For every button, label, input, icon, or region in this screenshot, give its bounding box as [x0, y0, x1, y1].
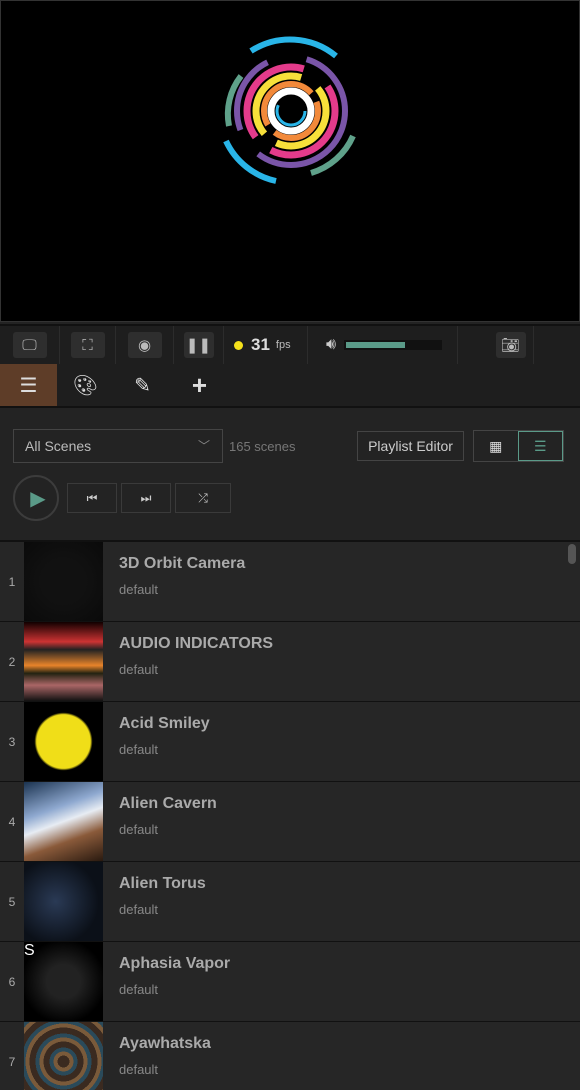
scene-number: 2	[8, 654, 16, 669]
scene-number: 6	[8, 974, 16, 989]
scene-preset: default	[119, 582, 159, 597]
grid-view-button[interactable]: ▦	[474, 431, 518, 461]
scene-list: 1 3D Orbit Camera default 2 AUDIO INDICATO…	[0, 540, 580, 1090]
scene-number: 3	[8, 734, 16, 749]
shuffle-icon: ⤮	[198, 490, 208, 505]
scene-filter-select[interactable]: All Scenes ﹀	[13, 429, 223, 463]
pause-icon: ❚❚	[185, 337, 212, 354]
preview-button[interactable]: ◉	[127, 332, 162, 358]
tab-add[interactable]: +	[171, 364, 228, 406]
scene-preset: default	[119, 1062, 159, 1077]
tab-palette[interactable]: 🎨︎	[57, 364, 114, 406]
scene-row[interactable]: 7 Ayawhatska default	[0, 1022, 580, 1090]
scene-preset: default	[119, 742, 159, 757]
grid-icon: ▦	[489, 437, 503, 454]
scene-thumbnail: S	[24, 942, 103, 1021]
scene-name: Acid Smiley	[119, 715, 210, 732]
skip-forward-icon: ⏭︎	[140, 490, 152, 505]
screenshot-button[interactable]: 📷︎	[495, 332, 526, 358]
play-button[interactable]: ▶	[13, 475, 59, 521]
volume-icon[interactable]: 🔊︎	[326, 336, 336, 354]
scene-name: 3D Orbit Camera	[119, 555, 246, 572]
scene-filter-value: All Scenes	[25, 438, 92, 454]
playlist-editor-button[interactable]: Playlist Editor	[357, 431, 464, 461]
scene-row[interactable]: 6 S Aphasia Vapor default	[0, 942, 580, 1022]
scene-controls: All Scenes ﹀ 165 scenes Playlist Editor ▦…	[0, 410, 580, 540]
fullscreen-icon: ⛶	[82, 336, 93, 354]
list-icon: ☰	[19, 374, 38, 397]
play-icon: ▶	[30, 487, 46, 510]
next-button[interactable]: ⏭︎	[121, 483, 171, 513]
fps-value: 31	[251, 335, 270, 354]
volume-fill	[346, 342, 405, 348]
player-toolbar: 🖵 ⛶ ◉ ❚❚ 31 fps 🔊︎ 📷︎	[0, 324, 580, 364]
scene-number: 7	[8, 1054, 16, 1069]
fullscreen-button[interactable]: ⛶	[70, 332, 105, 358]
scene-row[interactable]: 2 AUDIO INDICATORS default	[0, 622, 580, 702]
scrollbar[interactable]	[568, 544, 576, 564]
scene-thumbnail	[24, 622, 103, 701]
scene-row[interactable]: 4 Alien Cavern default	[0, 782, 580, 862]
scene-thumbnail	[24, 542, 103, 621]
chevron-down-icon: ﹀	[197, 439, 210, 453]
aphasia-logo: S	[24, 942, 35, 959]
palette-icon: 🎨︎	[72, 374, 99, 397]
scene-thumbnail	[24, 702, 103, 781]
visualizer-graphic	[223, 36, 356, 184]
list-icon: ☰	[533, 437, 547, 454]
eye-icon: ◉	[137, 337, 152, 354]
skip-back-icon: ⏮︎	[86, 490, 98, 505]
tab-scenes[interactable]: ☰	[0, 364, 57, 406]
fps-status-dot	[234, 340, 243, 350]
monitor-button[interactable]: 🖵	[12, 332, 47, 358]
scene-thumbnail	[24, 862, 103, 941]
scene-preset: default	[119, 982, 159, 997]
scene-number: 1	[8, 574, 16, 589]
scene-name: Alien Cavern	[119, 795, 217, 812]
scene-number: 5	[8, 894, 16, 909]
scene-thumbnail	[24, 1022, 103, 1090]
scene-number: 4	[8, 814, 16, 829]
scene-name: AUDIO INDICATORS	[119, 635, 274, 652]
scene-row[interactable]: 5 Alien Torus default	[0, 862, 580, 942]
list-view-button[interactable]: ☰	[517, 431, 563, 461]
scene-preset: default	[119, 902, 159, 917]
scene-thumbnail	[24, 782, 103, 861]
fps-display: 31 fps	[224, 326, 308, 364]
pencil-icon: ✎	[134, 374, 151, 397]
scene-name: Alien Torus	[119, 875, 206, 892]
scene-preset: default	[119, 822, 159, 837]
fps-unit: fps	[275, 339, 291, 351]
scene-row[interactable]: 1 3D Orbit Camera default	[0, 542, 580, 622]
camera-icon: 📷︎	[500, 337, 521, 354]
volume-slider[interactable]	[344, 340, 443, 350]
scene-name: Ayawhatska	[119, 1035, 211, 1052]
scene-name: Aphasia Vapor	[119, 955, 231, 972]
monitor-icon: 🖵	[22, 336, 37, 354]
scene-count: 165 scenes	[229, 439, 296, 454]
visualizer-canvas[interactable]	[0, 0, 580, 322]
plus-icon: +	[191, 369, 208, 400]
tab-edit[interactable]: ✎	[114, 364, 171, 406]
previous-button[interactable]: ⏮︎	[67, 483, 117, 513]
pause-button[interactable]: ❚❚	[183, 332, 214, 358]
panel-tabs: ☰ 🎨︎ ✎ +	[0, 364, 580, 408]
view-toggle: ▦ ☰	[473, 430, 564, 462]
shuffle-button[interactable]: ⤮	[175, 483, 231, 513]
scene-preset: default	[119, 662, 159, 677]
scene-row[interactable]: 3 Acid Smiley default	[0, 702, 580, 782]
